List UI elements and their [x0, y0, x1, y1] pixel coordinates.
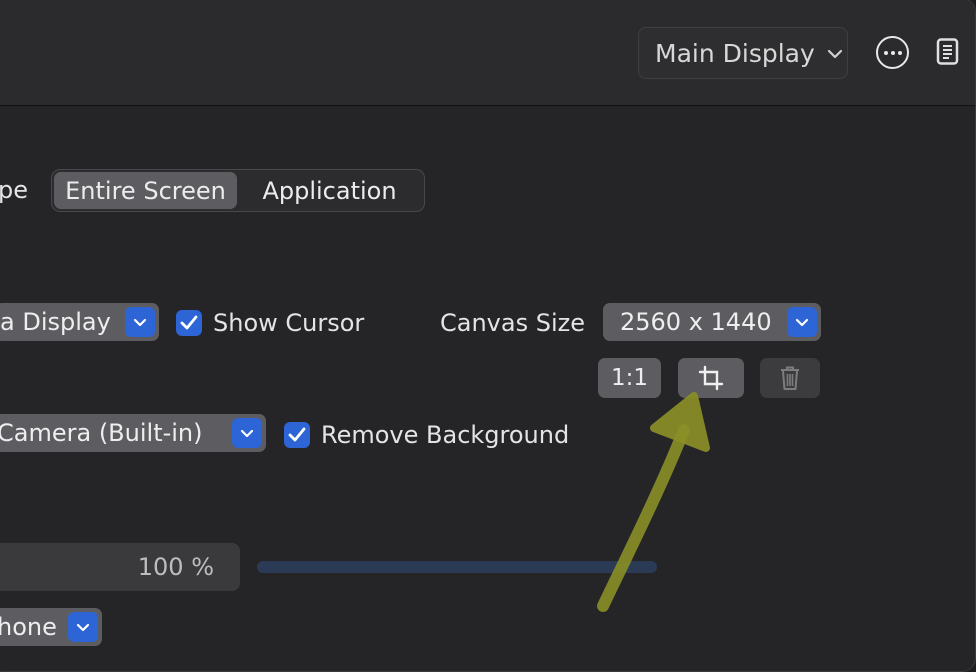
remove-background-label: Remove Background	[321, 421, 570, 449]
camera-select[interactable]: Camera (Built-in)	[0, 414, 266, 452]
display-select-label: Main Display	[655, 38, 815, 68]
segment-entire-screen[interactable]: Entire Screen	[54, 172, 237, 209]
delete-button[interactable]	[760, 358, 820, 398]
volume-value: 100 %	[137, 553, 214, 581]
checkmark-icon	[288, 427, 306, 442]
crop-icon	[698, 365, 724, 391]
chevron-down-icon	[232, 418, 262, 448]
ratio-1-1-button[interactable]: 1:1	[598, 358, 661, 398]
document-icon[interactable]	[936, 38, 960, 70]
show-cursor-checkbox[interactable]	[176, 310, 202, 336]
display-select[interactable]: Main Display	[638, 27, 848, 79]
volume-slider[interactable]	[257, 561, 657, 573]
microphone-select-value: hone	[0, 613, 57, 641]
display-source-select[interactable]: a Display	[0, 303, 159, 341]
chevron-down-icon	[68, 612, 98, 642]
show-cursor-label: Show Cursor	[213, 309, 365, 337]
canvas-size-select[interactable]: 2560 x 1440	[603, 303, 821, 341]
chevron-down-icon	[827, 43, 843, 64]
canvas-size-value: 2560 x 1440	[620, 308, 772, 336]
ellipsis-circle-icon[interactable]	[876, 36, 909, 69]
camera-select-value: Camera (Built-in)	[0, 419, 203, 447]
volume-field[interactable]: 100 %	[0, 543, 240, 591]
display-source-value: a Display	[0, 308, 111, 336]
canvas-size-label: Canvas Size	[440, 309, 585, 337]
crop-button[interactable]	[678, 358, 744, 398]
segment-application[interactable]: Application	[237, 172, 422, 209]
chevron-down-icon	[125, 307, 155, 337]
microphone-select[interactable]: hone	[0, 608, 102, 646]
capture-type-segmented: Entire Screen Application	[51, 169, 425, 212]
trash-icon	[781, 366, 799, 390]
chevron-down-icon	[787, 307, 817, 337]
checkmark-icon	[180, 315, 198, 330]
remove-background-checkbox[interactable]	[284, 422, 310, 448]
capture-type-label: pe	[0, 176, 28, 204]
